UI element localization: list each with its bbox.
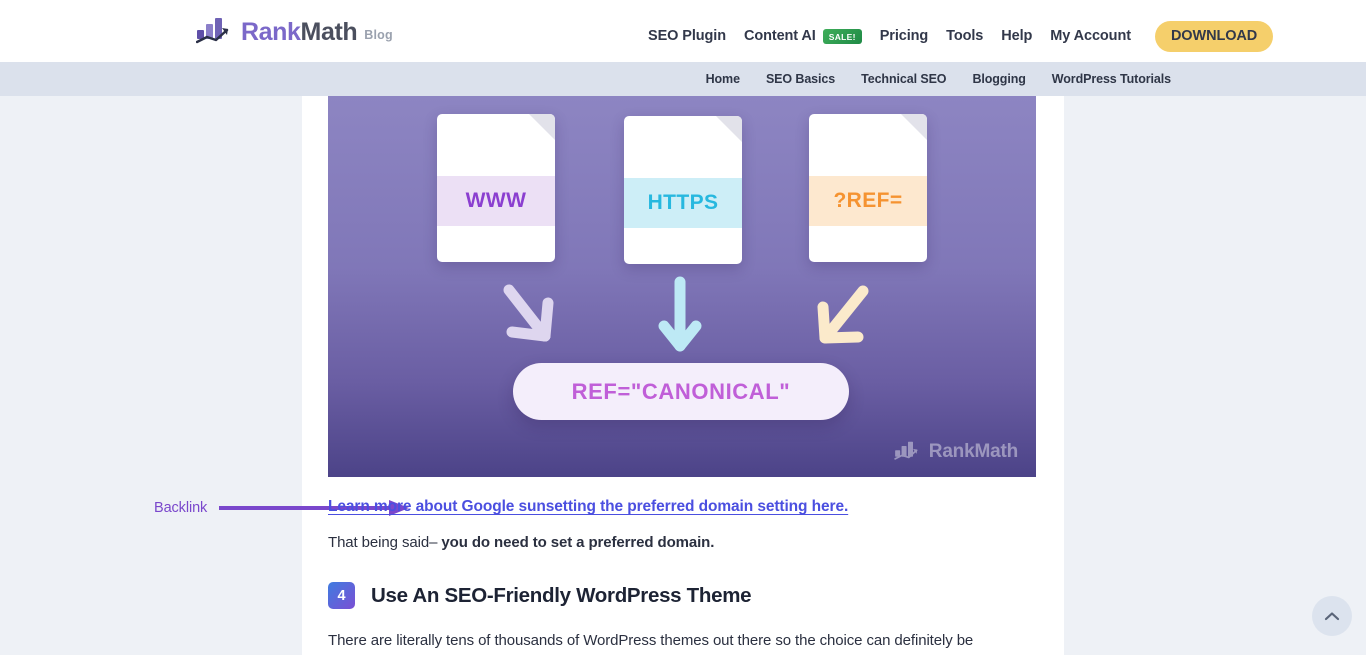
paragraph-themes: There are literally tens of thousands of… xyxy=(328,632,974,649)
nav-seo-plugin-label: SEO Plugin xyxy=(648,28,726,45)
nav-help[interactable]: Help xyxy=(1001,28,1032,44)
document-card-ref: ?REF= xyxy=(809,114,927,262)
canonical-pill-label: REF="CANONICAL" xyxy=(571,378,791,404)
sale-badge: SALE! xyxy=(822,28,862,44)
subnav-item-blogging[interactable]: Blogging xyxy=(972,72,1025,86)
arrow-down-left-icon xyxy=(817,285,869,344)
subnav-item-technical-seo[interactable]: Technical SEO xyxy=(861,72,946,86)
download-button[interactable]: DOWNLOAD xyxy=(1154,21,1274,52)
section-heading-text: Use An SEO-Friendly WordPress Theme xyxy=(371,583,752,607)
nav-my-account-label: My Account xyxy=(1050,28,1131,45)
paragraph-preferred-domain: That being said– you do need to set a pr… xyxy=(328,534,1028,551)
site-header: RankMath Blog SEO Plugin Content AI SALE!… xyxy=(0,0,1366,62)
subnav-item-seo-basics[interactable]: SEO Basics xyxy=(766,72,835,86)
nav-seo-plugin[interactable]: SEO Plugin xyxy=(648,28,726,44)
subnav-item-home[interactable]: Home xyxy=(706,72,740,86)
paragraph-preferred-domain-plain: That being said– xyxy=(328,534,442,551)
backlink-annotation-label: Backlink xyxy=(154,500,208,516)
chevron-up-icon xyxy=(1324,612,1340,621)
logo-text: RankMath xyxy=(241,18,358,46)
nav-content-ai[interactable]: Content AI SALE! xyxy=(744,28,862,44)
nav-tools[interactable]: Tools xyxy=(946,28,983,44)
logo-text-math: Math xyxy=(300,18,358,46)
primary-nav: SEO Plugin Content AI SALE! Pricing Tools… xyxy=(648,21,1274,52)
page-root: RankMath Blog SEO Plugin Content AI SALE!… xyxy=(0,0,1366,655)
document-card-www-label: WWW xyxy=(465,189,527,212)
watermark-label: RankMath xyxy=(928,441,1018,462)
subnav-item-wordpress-tutorials[interactable]: WordPress Tutorials xyxy=(1052,72,1171,86)
document-card-https-band: HTTPS xyxy=(624,178,742,228)
page-fold-icon xyxy=(901,114,927,140)
logo-text-rank: Rank xyxy=(241,18,301,46)
canonical-infographic: WWW HTTPS ?REF= REF="CANONICAL" RankMath xyxy=(328,96,1036,477)
canonical-pill: REF="CANONICAL" xyxy=(513,363,849,420)
logo-tagline: Blog xyxy=(364,28,393,42)
section-number-badge: 4 xyxy=(328,582,355,609)
rankmath-watermark: RankMath xyxy=(894,441,1018,461)
article-backlink[interactable]: Learn more about Google sunsetting the p… xyxy=(328,498,1028,516)
scroll-to-top-button[interactable] xyxy=(1312,596,1352,636)
rankmath-bars-icon xyxy=(894,441,918,460)
rankmath-bars-icon xyxy=(195,17,234,45)
arrow-down-right-icon xyxy=(503,284,554,342)
nav-my-account[interactable]: My Account xyxy=(1050,28,1131,44)
site-logo[interactable]: RankMath Blog xyxy=(195,17,393,46)
paragraph-preferred-domain-bold: you do need to set a preferred domain. xyxy=(441,534,715,551)
arrow-down-icon xyxy=(658,276,702,352)
secondary-nav: Home SEO Basics Technical SEO Blogging W… xyxy=(0,62,1366,96)
nav-tools-label: Tools xyxy=(946,28,984,45)
document-card-www: WWW xyxy=(437,114,555,262)
document-card-ref-label: ?REF= xyxy=(833,189,903,212)
page-fold-icon xyxy=(529,114,555,140)
nav-help-label: Help xyxy=(1001,28,1033,45)
document-card-www-band: WWW xyxy=(437,176,555,226)
nav-pricing-label: Pricing xyxy=(879,28,929,45)
document-card-https: HTTPS xyxy=(624,116,742,264)
nav-pricing[interactable]: Pricing xyxy=(879,28,929,45)
article-column: WWW HTTPS ?REF= REF="CANONICAL" RankMath… xyxy=(154,96,1064,655)
document-card-ref-band: ?REF= xyxy=(809,176,927,226)
document-card-https-label: HTTPS xyxy=(647,191,719,214)
section-heading-4: 4 Use An SEO-Friendly WordPress Theme xyxy=(328,582,752,609)
nav-content-ai-label: Content AI xyxy=(743,28,816,45)
page-fold-icon xyxy=(716,116,742,142)
